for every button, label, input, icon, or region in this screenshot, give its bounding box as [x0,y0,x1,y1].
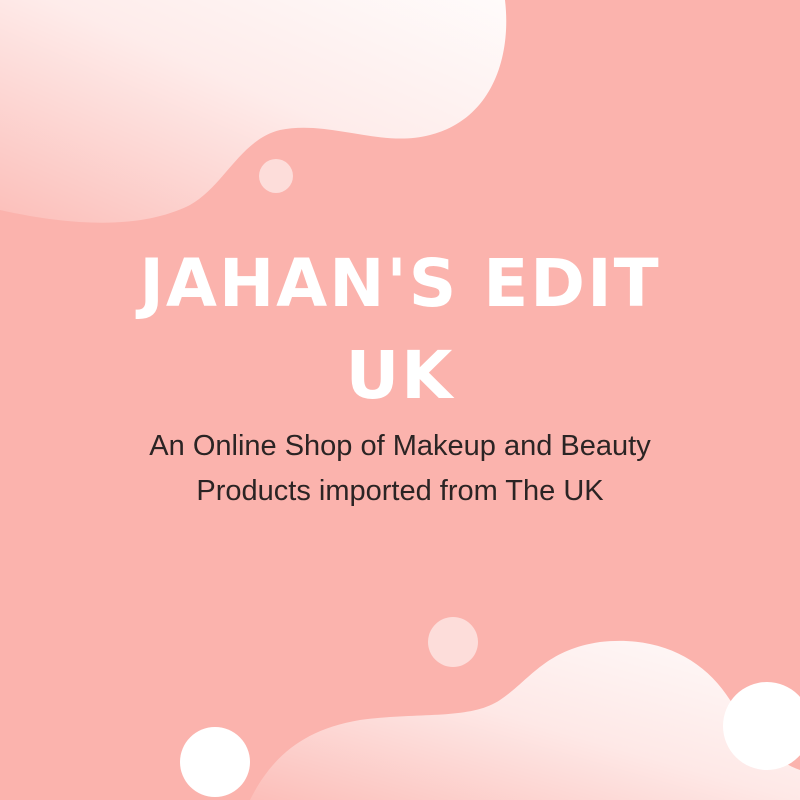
bottom-blob-shape [250,640,800,800]
banner-canvas: JAHAN'S EDIT UK An Online Shop of Makeup… [0,0,800,800]
top-small-circle [259,159,293,193]
brand-tagline-line-2: Products imported from The UK [196,475,604,507]
brand-title-line-1: JAHAN'S EDIT [139,245,661,322]
brand-tagline-line-1: An Online Shop of Makeup and Beauty [149,430,651,462]
brand-tagline: An Online Shop of Makeup and Beauty Prod… [0,424,800,514]
brand-title: JAHAN'S EDIT UK [0,238,800,422]
brand-title-line-2: UK [345,337,455,414]
bottom-left-circle [180,727,250,797]
top-blob-shape [0,0,507,223]
bottom-small-circle [428,617,478,667]
